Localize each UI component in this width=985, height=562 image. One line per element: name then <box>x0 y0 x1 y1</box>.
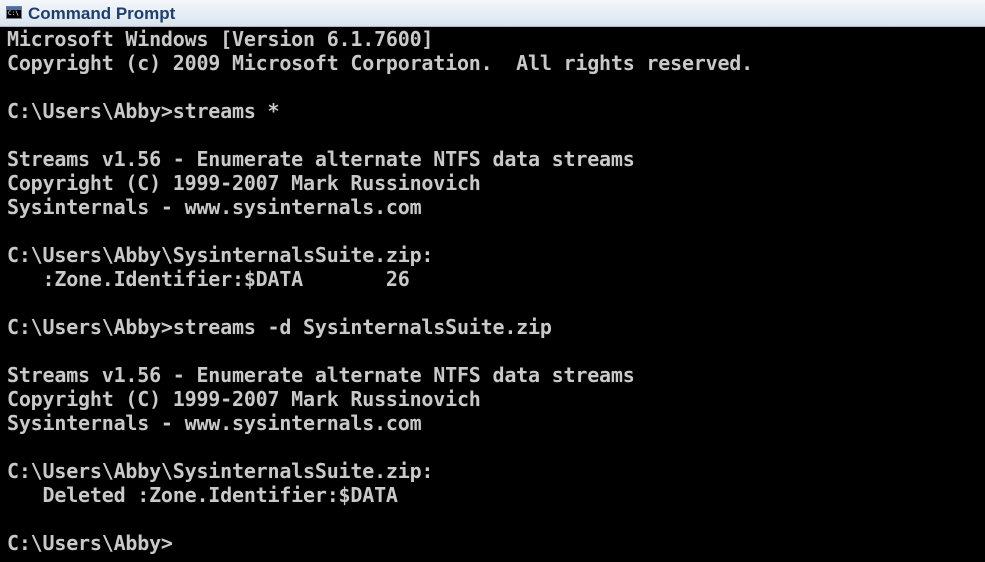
window-title: Command Prompt <box>28 4 176 23</box>
console-prompt-line: C:\Users\Abby> <box>7 531 173 555</box>
console-line: Streams v1.56 - Enumerate alternate NTFS… <box>7 147 635 171</box>
title-bar[interactable]: C:\ Command Prompt <box>0 0 985 27</box>
console-line: Microsoft Windows [Version 6.1.7600] <box>7 27 434 51</box>
console-line: C:\Users\Abby\SysinternalsSuite.zip: <box>7 459 434 483</box>
console-line: Sysinternals - www.sysinternals.com <box>7 411 422 435</box>
console-line: Copyright (C) 1999-2007 Mark Russinovich <box>7 387 481 411</box>
console-line: Copyright (C) 1999-2007 Mark Russinovich <box>7 171 481 195</box>
console-line: C:\Users\Abby>streams -d SysinternalsSui… <box>7 315 552 339</box>
console-line: Deleted :Zone.Identifier:$DATA <box>7 483 398 507</box>
console-output[interactable]: Microsoft Windows [Version 6.1.7600] Cop… <box>0 27 985 562</box>
console-app-icon-text: C:\ <box>8 10 19 17</box>
command-prompt-window[interactable]: C:\ Command Prompt Microsoft Windows [Ve… <box>0 0 985 562</box>
console-line: C:\Users\Abby\SysinternalsSuite.zip: <box>7 243 434 267</box>
console-line: Streams v1.56 - Enumerate alternate NTFS… <box>7 363 635 387</box>
console-line: :Zone.Identifier:$DATA 26 <box>7 267 410 291</box>
console-line: C:\Users\Abby>streams * <box>7 99 280 123</box>
console-app-icon[interactable]: C:\ <box>6 6 22 19</box>
console-line: Sysinternals - www.sysinternals.com <box>7 195 422 219</box>
console-line: Copyright (c) 2009 Microsoft Corporation… <box>7 51 753 75</box>
